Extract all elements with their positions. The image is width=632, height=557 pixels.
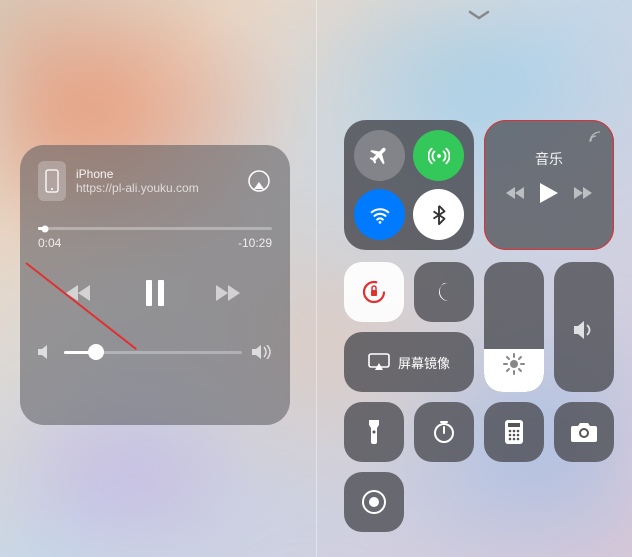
volume-slider[interactable] bbox=[64, 351, 242, 354]
scrubber[interactable]: 0:04 -10:29 bbox=[38, 227, 272, 250]
bluetooth-button[interactable] bbox=[413, 189, 464, 240]
rotation-lock-icon bbox=[360, 278, 388, 306]
screen-record-button[interactable] bbox=[344, 472, 404, 532]
volume-thumb[interactable] bbox=[88, 344, 104, 360]
sun-icon bbox=[503, 353, 525, 380]
timer-icon bbox=[431, 419, 457, 445]
screen-mirror-icon bbox=[368, 353, 390, 371]
airplane-mode-button[interactable] bbox=[354, 130, 405, 181]
play-icon bbox=[540, 183, 558, 203]
rotation-lock-button[interactable] bbox=[344, 262, 404, 322]
music-mini-controls bbox=[506, 183, 592, 208]
screenshot-divider bbox=[316, 0, 317, 557]
airplane-icon bbox=[369, 145, 391, 167]
airplay-icon bbox=[246, 168, 272, 194]
record-icon bbox=[361, 489, 387, 515]
collapse-chevron[interactable] bbox=[467, 8, 491, 26]
media-source-url: https://pl-ali.youku.com bbox=[76, 181, 226, 195]
calculator-icon bbox=[504, 419, 524, 445]
music-tile[interactable]: 音乐 bbox=[484, 120, 614, 250]
timer-button[interactable] bbox=[414, 402, 474, 462]
flashlight-icon bbox=[366, 418, 382, 446]
pause-icon bbox=[144, 280, 166, 306]
pause-button[interactable] bbox=[144, 280, 166, 311]
audio-output-icon[interactable] bbox=[588, 130, 602, 149]
volume-row bbox=[38, 345, 272, 359]
cellular-icon bbox=[428, 145, 450, 167]
rewind-icon bbox=[66, 283, 94, 303]
media-device-label: iPhone bbox=[76, 167, 236, 181]
speaker-high-icon bbox=[252, 345, 272, 359]
speaker-low-icon bbox=[38, 345, 54, 359]
connectivity-block[interactable] bbox=[344, 120, 474, 250]
phone-icon bbox=[45, 169, 59, 193]
speaker-icon bbox=[573, 321, 595, 344]
screen-mirror-button[interactable]: 屏幕镜像 bbox=[344, 332, 474, 392]
rewind-icon bbox=[506, 186, 526, 200]
control-center: 音乐 屏幕镜像 bbox=[334, 0, 624, 557]
bluetooth-icon bbox=[428, 204, 450, 226]
scrubber-track bbox=[38, 227, 272, 230]
scrubber-thumb[interactable] bbox=[42, 225, 49, 232]
volume-tile-slider[interactable] bbox=[554, 262, 614, 392]
cellular-button[interactable] bbox=[413, 130, 464, 181]
music-tile-label: 音乐 bbox=[535, 149, 563, 169]
chevron-down-icon bbox=[467, 9, 491, 21]
screen-mirror-label: 屏幕镜像 bbox=[398, 353, 450, 372]
forward-icon bbox=[572, 186, 592, 200]
mini-play-button[interactable] bbox=[540, 183, 558, 208]
media-player-card: iPhone https://pl-ali.youku.com 0:04 -10… bbox=[20, 145, 290, 425]
camera-button[interactable] bbox=[554, 402, 614, 462]
wifi-button[interactable] bbox=[354, 189, 405, 240]
mini-rewind-button[interactable] bbox=[506, 186, 526, 205]
mini-forward-button[interactable] bbox=[572, 186, 592, 205]
wifi-icon bbox=[369, 204, 391, 226]
calculator-button[interactable] bbox=[484, 402, 544, 462]
flashlight-button[interactable] bbox=[344, 402, 404, 462]
remaining-time: -10:29 bbox=[238, 236, 272, 250]
moon-icon bbox=[432, 280, 456, 304]
device-artwork bbox=[38, 161, 66, 201]
forward-icon bbox=[216, 283, 244, 303]
transport-controls bbox=[38, 280, 272, 311]
forward-button[interactable] bbox=[216, 283, 244, 308]
do-not-disturb-button[interactable] bbox=[414, 262, 474, 322]
elapsed-time: 0:04 bbox=[38, 236, 61, 250]
brightness-slider[interactable] bbox=[484, 262, 544, 392]
media-header: iPhone https://pl-ali.youku.com bbox=[38, 161, 272, 201]
airplay-button[interactable] bbox=[246, 168, 272, 194]
camera-icon bbox=[570, 421, 598, 443]
